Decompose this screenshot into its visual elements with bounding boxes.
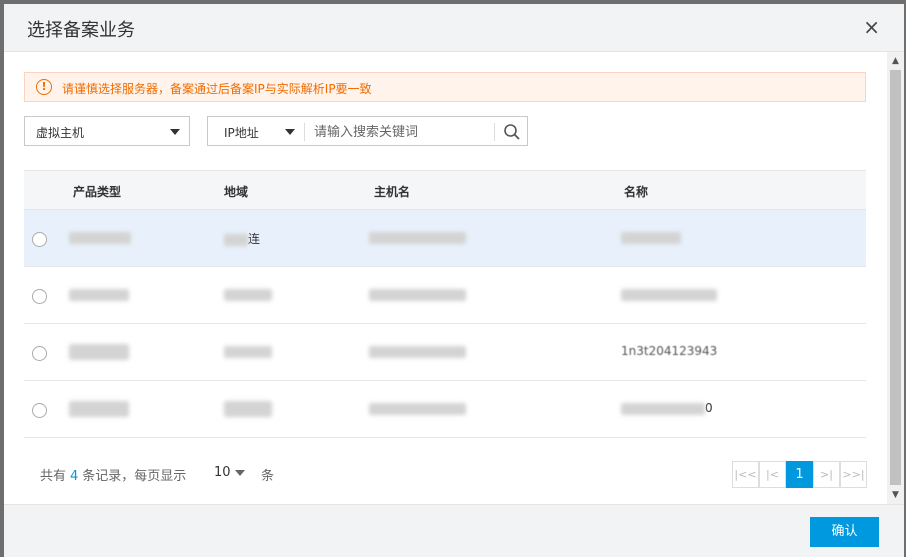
name-cell [621, 230, 681, 244]
name-text: 0 [705, 401, 713, 415]
column-header: 产品类型 [73, 185, 122, 199]
table-row[interactable] [24, 267, 866, 324]
product-type-value: 虚拟主机 [36, 126, 85, 140]
dialog: 选择备案业务 × ! 请谨慎选择服务器，备案通过后备案IP与实际解析IP要一致 … [4, 4, 904, 557]
column-header: 名称 [624, 185, 649, 199]
name-cell: 1n3t204123943 [621, 344, 717, 358]
search-type-select[interactable]: IP地址 [224, 124, 259, 141]
record-count-suffix: 条记录，每页显示 [82, 469, 187, 484]
next-page-button[interactable]: >| [813, 461, 840, 488]
column-header: 地域 [224, 185, 249, 199]
hostname-cell [369, 344, 466, 358]
name-cell: 0 [621, 401, 713, 415]
region-cell [224, 344, 272, 358]
chevron-down-icon [234, 469, 245, 476]
region-cell [224, 401, 272, 417]
row-radio[interactable] [32, 232, 47, 247]
divider [494, 123, 495, 141]
exclamation-icon: ! [36, 79, 52, 95]
dialog-title: 选择备案业务 [27, 20, 135, 41]
table-header: 产品类型 地域 主机名 名称 [24, 170, 866, 210]
table-row[interactable]: 0 [24, 381, 866, 438]
hostname-cell [369, 287, 466, 301]
record-total: 4 [70, 469, 79, 484]
product-type-cell [69, 401, 129, 417]
region-text: 连 [248, 232, 261, 246]
scroll-up-icon[interactable]: ▲ [887, 54, 904, 68]
prev-page-button[interactable]: |< [759, 461, 786, 488]
filter-bar: 虚拟主机 IP地址 [24, 116, 534, 146]
scroll-down-icon[interactable]: ▼ [887, 488, 904, 502]
alert-text: 请谨慎选择服务器，备案通过后备案IP与实际解析IP要一致 [62, 82, 372, 96]
product-type-cell [69, 344, 129, 360]
dialog-footer: 确认 [4, 504, 904, 557]
row-radio[interactable] [32, 403, 47, 418]
search-box: IP地址 [207, 116, 528, 146]
region-cell: 连 [224, 230, 260, 247]
column-header: 主机名 [374, 185, 411, 199]
search-icon[interactable] [503, 123, 521, 141]
page-size-select[interactable]: 10 [214, 465, 245, 480]
product-type-cell [69, 287, 129, 301]
close-icon[interactable]: × [863, 17, 880, 37]
scrollbar-thumb[interactable] [890, 70, 901, 485]
table-row[interactable]: 连 [24, 210, 866, 267]
product-type-select[interactable]: 虚拟主机 [24, 116, 190, 146]
chevron-down-icon [170, 129, 180, 135]
table-row[interactable]: 1n3t204123943 [24, 324, 866, 381]
record-count: 共有 4 条记录，每页显示 [40, 465, 186, 484]
hostname-cell [369, 230, 466, 244]
chevron-down-icon[interactable] [285, 129, 295, 135]
row-radio[interactable] [32, 346, 47, 361]
server-table: 产品类型 地域 主机名 名称 连 1n3t204123943 0 [24, 170, 866, 438]
table-footer: 共有 4 条记录，每页显示 10 条 |<< |< 1 >| >>| [24, 457, 867, 488]
region-cell [224, 287, 272, 301]
confirm-button[interactable]: 确认 [810, 517, 879, 547]
search-input[interactable] [312, 120, 496, 144]
dialog-body: ! 请谨慎选择服务器，备案通过后备案IP与实际解析IP要一致 虚拟主机 IP地址 [4, 52, 886, 504]
page-1-button[interactable]: 1 [786, 461, 813, 488]
record-count-prefix: 共有 [40, 469, 67, 484]
vertical-scrollbar[interactable]: ▲ ▼ [887, 52, 904, 504]
dialog-header: 选择备案业务 × [4, 4, 904, 52]
page-size-unit: 条 [261, 469, 275, 484]
divider [304, 123, 305, 141]
row-radio[interactable] [32, 289, 47, 304]
last-page-button[interactable]: >>| [840, 461, 867, 488]
name-cell [621, 287, 717, 301]
page-size-value: 10 [214, 465, 231, 480]
warning-alert: ! 请谨慎选择服务器，备案通过后备案IP与实际解析IP要一致 [24, 72, 866, 102]
product-type-cell [69, 230, 131, 244]
name-text: 1n3t204123943 [621, 344, 718, 358]
hostname-cell [369, 401, 466, 415]
first-page-button[interactable]: |<< [732, 461, 759, 488]
